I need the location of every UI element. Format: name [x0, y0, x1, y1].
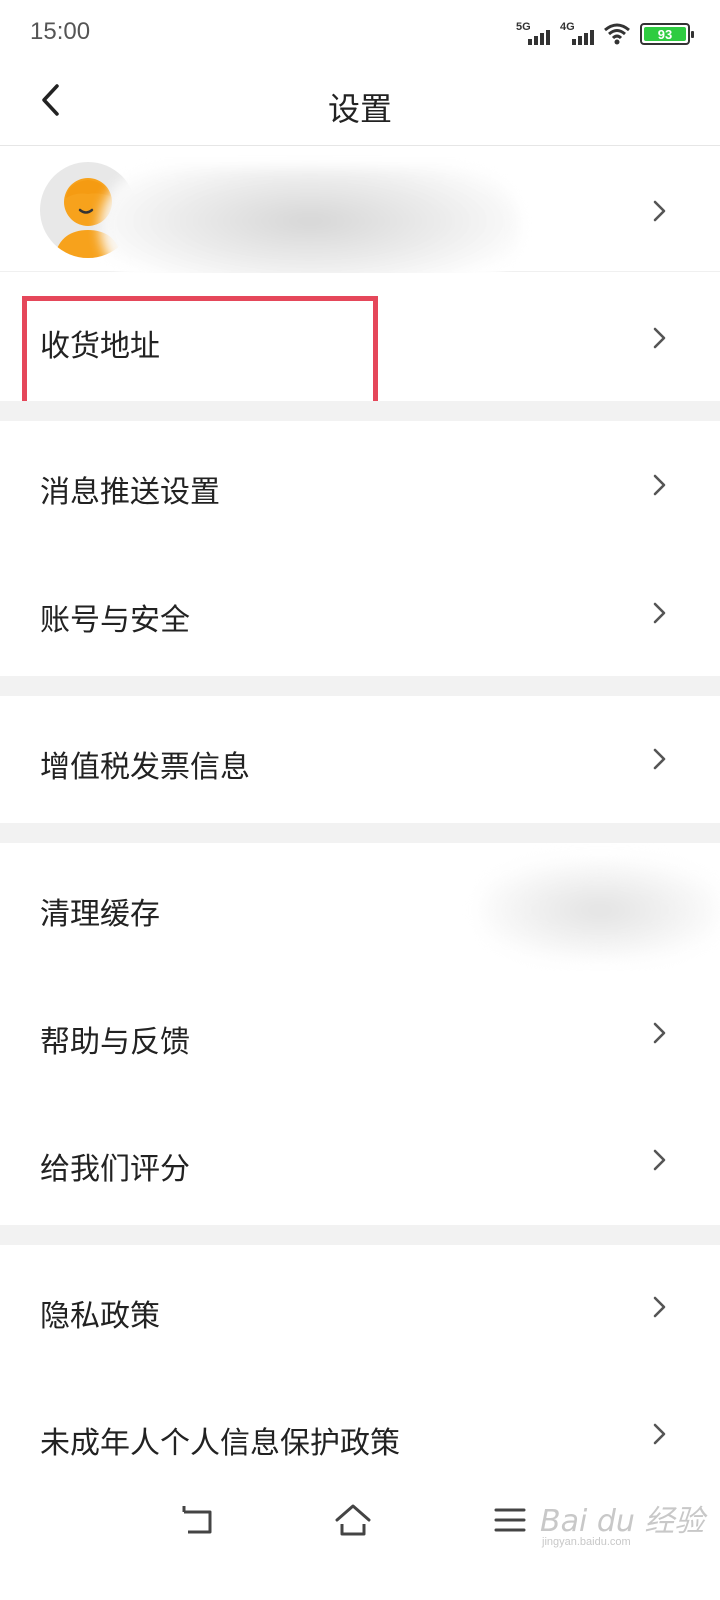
- menu-item-label: 隐私政策: [40, 1299, 160, 1334]
- chevron-right-icon: [653, 748, 666, 770]
- nav-home-icon[interactable]: [333, 1500, 373, 1540]
- section-divider: [0, 1225, 720, 1245]
- chevron-right-icon: [653, 1149, 666, 1171]
- menu-item-help-feedback[interactable]: 帮助与反馈: [0, 971, 720, 1098]
- nav-menu-icon[interactable]: [490, 1500, 530, 1540]
- chevron-right-icon: [653, 602, 666, 624]
- watermark-url: jingyan.baidu.com: [542, 1536, 631, 1548]
- menu-item-minor-privacy-policy[interactable]: 未成年人个人信息保护政策: [0, 1372, 720, 1490]
- header: 设置: [0, 66, 720, 146]
- menu-item-label: 消息推送设置: [40, 475, 220, 510]
- wifi-icon: [604, 23, 630, 45]
- section-divider: [0, 676, 720, 696]
- status-time: 15:00: [30, 18, 91, 45]
- status-icons: 5G 4G 93: [516, 20, 694, 48]
- menu-item-label: 增值税发票信息: [40, 750, 250, 785]
- chevron-right-icon: [653, 1296, 666, 1318]
- section-divider: [0, 401, 720, 421]
- chevron-right-icon: [653, 327, 666, 349]
- status-bar: 15:00 5G 4G 93: [0, 0, 720, 66]
- menu-item-label: 清理缓存: [40, 897, 160, 932]
- menu-item-rate-us[interactable]: 给我们评分: [0, 1098, 720, 1225]
- chevron-right-icon: [653, 200, 666, 222]
- signal-4g-icon: 4G: [560, 21, 594, 47]
- profile-row[interactable]: [0, 147, 720, 287]
- chevron-right-icon: [653, 1423, 666, 1445]
- baidu-jingyan-watermark: Bai du 经验 jingyan.baidu.com: [540, 1490, 704, 1560]
- chevron-right-icon: [653, 474, 666, 496]
- nav-back-icon[interactable]: [178, 1500, 218, 1540]
- menu-item-label: 帮助与反馈: [40, 1025, 190, 1060]
- profile-name-blurred: [100, 167, 520, 287]
- cache-size-blurred: [480, 860, 720, 960]
- chevron-right-icon: [653, 1022, 666, 1044]
- battery-icon: 93: [640, 23, 694, 45]
- page-title: 设置: [327, 90, 392, 128]
- menu-item-push-settings[interactable]: 消息推送设置: [0, 421, 720, 549]
- menu-item-label: 未成年人个人信息保护政策: [40, 1426, 400, 1461]
- menu-item-privacy-policy[interactable]: 隐私政策: [0, 1245, 720, 1372]
- menu-item-label: 给我们评分: [40, 1152, 190, 1187]
- menu-item-label: 账号与安全: [40, 603, 190, 638]
- watermark-logo: Bai du 经验: [540, 1504, 705, 1539]
- highlight-box: [22, 296, 378, 408]
- signal-5g-icon: 5G: [516, 21, 550, 47]
- battery-level: 93: [657, 26, 673, 42]
- menu-item-account-security[interactable]: 账号与安全: [0, 549, 720, 676]
- menu-item-vat-invoice[interactable]: 增值税发票信息: [0, 696, 720, 823]
- section-divider: [0, 823, 720, 843]
